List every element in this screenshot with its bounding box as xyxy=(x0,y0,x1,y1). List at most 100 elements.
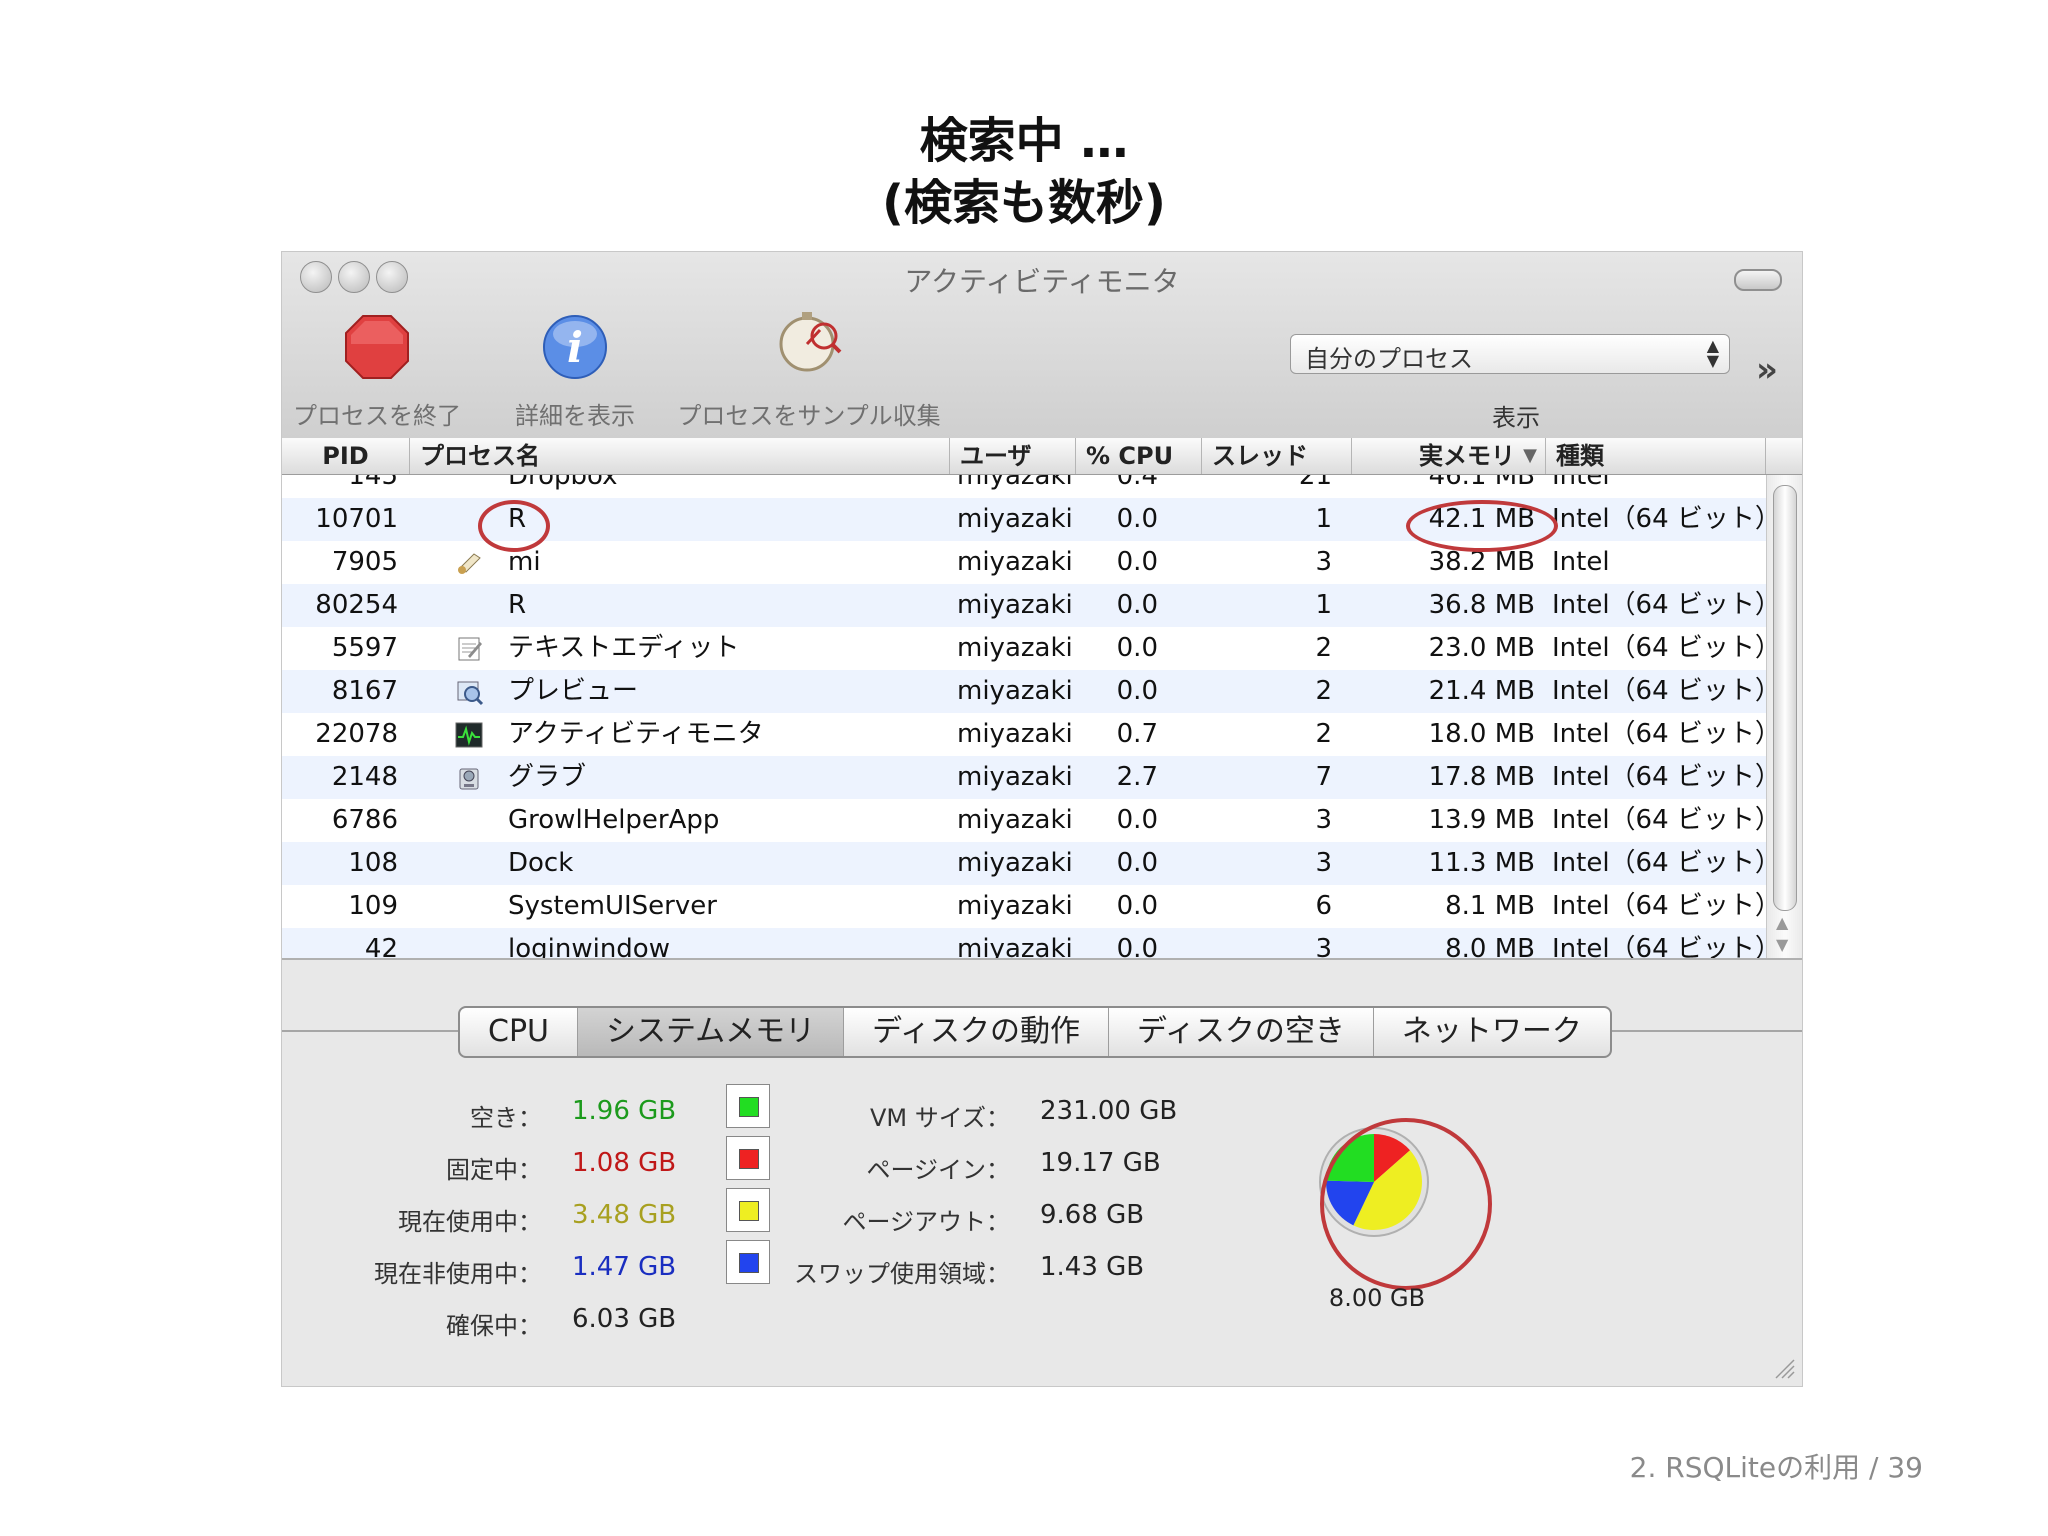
threads-cell: 21 xyxy=(1298,475,1332,491)
memory-cell: 21.4 MB xyxy=(1428,676,1535,706)
pid-cell: 6786 xyxy=(331,805,398,835)
pid-cell: 109 xyxy=(348,891,398,921)
column-header-threads[interactable]: スレッド xyxy=(1202,438,1352,474)
memory-cell: 8.1 MB xyxy=(1445,891,1535,921)
user-cell: miyazaki xyxy=(957,848,1073,878)
wired-color-swatch[interactable] xyxy=(726,1136,770,1180)
grab-icon xyxy=(454,763,484,793)
table-bottom-border xyxy=(282,958,1802,960)
active-memory-label: 現在使用中： xyxy=(398,1208,542,1236)
column-header-pid[interactable]: PID xyxy=(282,438,410,474)
user-cell: miyazaki xyxy=(957,719,1073,749)
resize-grip-icon[interactable] xyxy=(1772,1356,1796,1380)
pid-cell: 8167 xyxy=(331,676,398,706)
toolbar-overflow-chevron-icon[interactable]: » xyxy=(1756,350,1778,390)
free-color-swatch[interactable] xyxy=(726,1084,770,1128)
threads-cell: 2 xyxy=(1315,633,1332,663)
threads-cell: 2 xyxy=(1315,719,1332,749)
tab-disk-activity[interactable]: ディスクの動作 xyxy=(844,1008,1110,1056)
table-row[interactable]: 108 Dock miyazaki 0.0 3 11.3 MB Intel（64 ビット） xyxy=(282,842,1766,885)
swap-used-label: スワップ使用領域： xyxy=(794,1260,1010,1288)
active-color-chip xyxy=(739,1201,759,1221)
pid-cell: 145 xyxy=(348,475,398,491)
cpu-cell: 0.0 xyxy=(1116,934,1158,958)
table-row[interactable]: 5597 テキストエディット miyazaki 0.0 2 23.0 MB Intel（64… xyxy=(282,627,1766,670)
process-name-cell: プレビュー xyxy=(508,676,639,706)
kind-cell: Intel xyxy=(1552,475,1610,491)
cpu-cell: 0.7 xyxy=(1116,719,1158,749)
tab-network[interactable]: ネットワーク xyxy=(1374,1008,1610,1056)
highlight-oval-process-r xyxy=(478,500,550,552)
user-cell: miyazaki xyxy=(957,633,1073,663)
quit-process-button[interactable]: プロセスを終了 xyxy=(293,312,461,430)
table-row[interactable]: 145 Dropbox miyazaki 0.4 21 46.1 MB Intel xyxy=(282,475,1766,498)
user-cell: miyazaki xyxy=(957,805,1073,835)
window-title: アクティビティモニタ xyxy=(904,265,1180,298)
toolbar-toggle-button[interactable] xyxy=(1734,269,1782,291)
pid-cell: 10701 xyxy=(315,504,398,534)
slide-title-line2: (検索も数秒) xyxy=(882,175,1166,231)
table-row[interactable]: 22078 アクティビティモニタ miyazaki 0.7 2 18.0 MB Intel（… xyxy=(282,713,1766,756)
column-header-user[interactable]: ユーザ xyxy=(950,438,1076,474)
kind-cell: Intel xyxy=(1552,547,1610,577)
scroll-up-arrow-icon[interactable]: ▲ xyxy=(1776,913,1788,932)
scroll-down-arrow-icon[interactable]: ▼ xyxy=(1776,935,1788,954)
kind-cell: Intel（64 ビット） xyxy=(1552,891,1766,921)
threads-cell: 1 xyxy=(1315,590,1332,620)
column-header-process-name[interactable]: プロセス名 xyxy=(410,438,950,474)
table-scrollbar[interactable]: ▲ ▼ xyxy=(1766,475,1802,958)
memory-cell: 46.1 MB xyxy=(1428,475,1535,491)
column-header-cpu[interactable]: % CPU xyxy=(1076,438,1202,474)
column-header-real-memory[interactable]: 実メモリ ▼ xyxy=(1352,438,1546,474)
threads-cell: 3 xyxy=(1315,934,1332,958)
user-cell: miyazaki xyxy=(957,891,1073,921)
table-row[interactable]: 8167 プレビュー miyazaki 0.0 2 21.4 MB Intel（64 ビット… xyxy=(282,670,1766,713)
tab-cpu[interactable]: CPU xyxy=(460,1008,578,1056)
pid-cell: 42 xyxy=(364,934,398,958)
kind-cell: Intel（64 ビット） xyxy=(1552,719,1766,749)
table-row[interactable]: 2148 グラブ miyazaki 2.7 7 17.8 MB Intel（64 ビット） xyxy=(282,756,1766,799)
cpu-cell: 0.0 xyxy=(1116,590,1158,620)
threads-cell: 1 xyxy=(1315,504,1332,534)
pid-cell: 2148 xyxy=(331,762,398,792)
user-cell: miyazaki xyxy=(957,475,1073,491)
process-name-cell: アクティビティモニタ xyxy=(508,719,764,749)
memory-cell: 36.8 MB xyxy=(1428,590,1535,620)
page-ins-value: 19.17 GB xyxy=(1040,1148,1161,1178)
kind-cell: Intel（64 ビット） xyxy=(1552,676,1766,706)
inactive-color-swatch[interactable] xyxy=(726,1240,770,1284)
process-name-cell: SystemUIServer xyxy=(508,891,717,921)
free-memory-label: 空き： xyxy=(470,1104,542,1132)
active-color-swatch[interactable] xyxy=(726,1188,770,1232)
table-row[interactable]: 109 SystemUIServer miyazaki 0.0 6 8.1 MB Intel… xyxy=(282,885,1766,928)
process-filter-label: 表示 xyxy=(1492,404,1540,432)
cpu-cell: 0.0 xyxy=(1116,676,1158,706)
table-row[interactable]: 6786 GrowlHelperApp miyazaki 0.0 3 13.9 MB Int… xyxy=(282,799,1766,842)
column-header-kind[interactable]: 種類 xyxy=(1546,438,1766,474)
activity-monitor-window: アクティビティモニタ プロセスを終了 i 詳細を表示 プロセスをサンプル収集 自… xyxy=(282,252,1802,1386)
tab-disk-usage[interactable]: ディスクの空き xyxy=(1109,1008,1374,1056)
process-name-cell: グラブ xyxy=(508,762,587,792)
threads-cell: 3 xyxy=(1315,805,1332,835)
kind-cell: Intel（64 ビット） xyxy=(1552,848,1766,878)
process-filter-select[interactable]: 自分のプロセス ▲ ▼ xyxy=(1290,334,1730,374)
tab-system-memory[interactable]: システムメモリ xyxy=(578,1008,845,1056)
table-row[interactable]: 80254 Rmiyazaki 0.0 1 36.8 MB Intel（64 ビット） xyxy=(282,584,1766,627)
activity-monitor-icon xyxy=(454,720,484,750)
sample-process-button[interactable]: プロセスをサンプル収集 xyxy=(677,306,941,430)
kind-cell: Intel（64 ビット） xyxy=(1552,934,1766,958)
table-row[interactable]: 42 loginwindow miyazaki 0.0 3 8.0 MB Intel（64 … xyxy=(282,928,1766,958)
updown-arrows-icon: ▲ ▼ xyxy=(1706,336,1719,370)
threads-cell: 6 xyxy=(1315,891,1332,921)
kind-cell: Intel（64 ビット） xyxy=(1552,590,1766,620)
pid-cell: 5597 xyxy=(331,633,398,663)
column-header-real-memory-label: 実メモリ xyxy=(1419,442,1515,470)
kind-cell: Intel（64 ビット） xyxy=(1552,633,1766,663)
memory-cell: 13.9 MB xyxy=(1428,805,1535,835)
swap-used-value: 1.43 GB xyxy=(1040,1252,1145,1282)
stopwatch-icon xyxy=(779,312,842,372)
inspect-button[interactable]: i 詳細を表示 xyxy=(515,312,635,430)
user-cell: miyazaki xyxy=(957,762,1073,792)
table-scrollbar-thumb[interactable] xyxy=(1773,485,1797,911)
page-ins-label: ページイン： xyxy=(866,1156,1010,1184)
